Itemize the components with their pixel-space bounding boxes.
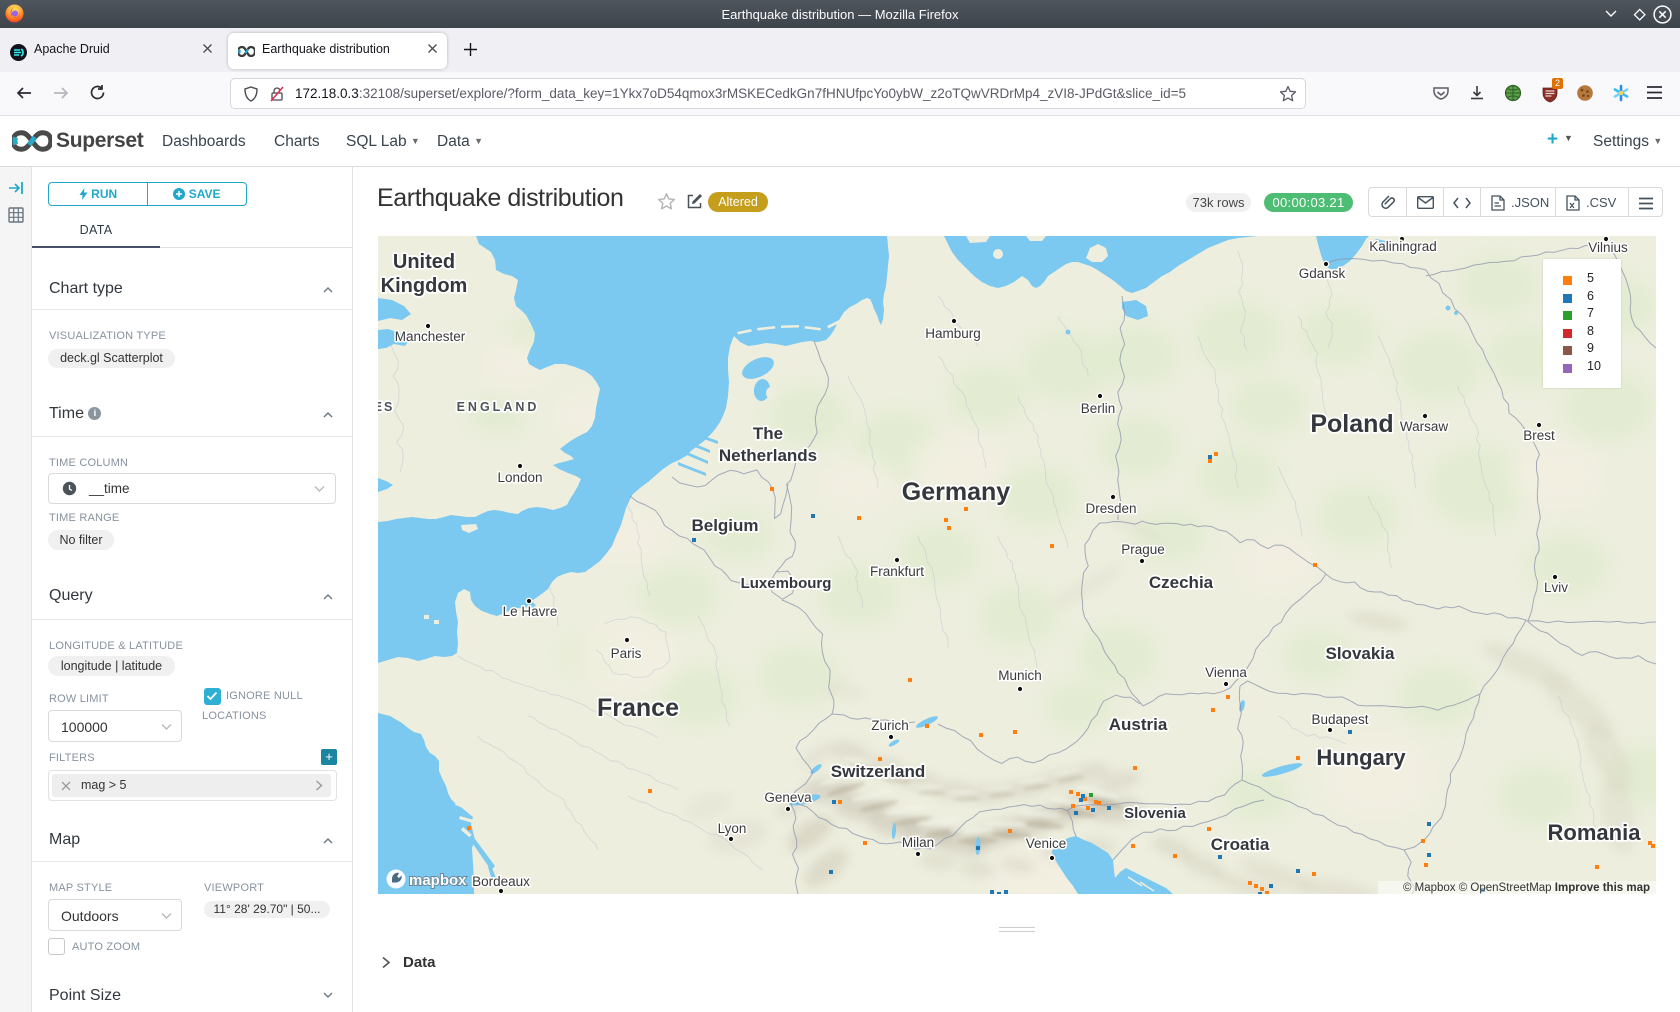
svg-text:Lviv: Lviv — [1544, 580, 1568, 595]
svg-text:ES: ES — [378, 400, 394, 414]
svg-text:Switzerland: Switzerland — [831, 762, 925, 781]
svg-text:Vienna: Vienna — [1205, 665, 1247, 680]
svg-text:Poland: Poland — [1310, 410, 1393, 438]
svg-text:Venice: Venice — [1026, 836, 1067, 851]
svg-text:Milan: Milan — [902, 835, 934, 850]
svg-text:Dresden: Dresden — [1085, 501, 1136, 516]
svg-text:Zurich: Zurich — [871, 718, 909, 733]
svg-text:Netherlands: Netherlands — [719, 446, 817, 465]
svg-text:Kingdom: Kingdom — [381, 275, 468, 297]
svg-text:Lyon: Lyon — [718, 821, 747, 836]
svg-text:Czechia: Czechia — [1149, 573, 1214, 592]
svg-text:Frankfurt: Frankfurt — [870, 564, 924, 579]
svg-text:Slovenia: Slovenia — [1124, 805, 1186, 822]
svg-text:ENGLAND: ENGLAND — [457, 400, 540, 414]
svg-text:Hungary: Hungary — [1316, 745, 1406, 770]
svg-text:United: United — [393, 251, 455, 273]
svg-text:Romania: Romania — [1548, 820, 1642, 845]
svg-text:Gdansk: Gdansk — [1299, 266, 1346, 281]
svg-text:Slovakia: Slovakia — [1326, 644, 1396, 663]
svg-text:Munich: Munich — [998, 668, 1042, 683]
svg-text:© Mapbox © OpenStreetMap Impro: © Mapbox © OpenStreetMap Improve this ma… — [1403, 882, 1650, 894]
svg-text:Prague: Prague — [1121, 542, 1165, 557]
svg-text:Croatia: Croatia — [1211, 835, 1270, 854]
svg-text:Austria: Austria — [1109, 715, 1168, 734]
svg-text:The: The — [753, 424, 783, 443]
svg-text:Brest: Brest — [1523, 428, 1555, 443]
svg-text:Bordeaux: Bordeaux — [472, 874, 530, 889]
svg-text:Luxembourg: Luxembourg — [741, 575, 832, 592]
svg-text:Le Havre: Le Havre — [503, 604, 558, 619]
svg-text:Geneva: Geneva — [764, 790, 812, 805]
svg-text:Kaliningrad: Kaliningrad — [1369, 239, 1437, 254]
svg-text:mapbox: mapbox — [409, 872, 467, 889]
svg-text:France: France — [597, 694, 679, 722]
svg-text:Germany: Germany — [902, 478, 1010, 506]
svg-text:Manchester: Manchester — [395, 329, 466, 344]
svg-text:Budapest: Budapest — [1311, 712, 1368, 727]
svg-text:Belgium: Belgium — [691, 516, 758, 535]
svg-text:Paris: Paris — [611, 646, 642, 661]
svg-text:Hamburg: Hamburg — [925, 326, 981, 341]
svg-text:Berlin: Berlin — [1081, 401, 1116, 416]
svg-text:Vilnius: Vilnius — [1588, 240, 1628, 255]
svg-text:London: London — [497, 470, 542, 485]
svg-text:Warsaw: Warsaw — [1400, 419, 1449, 434]
